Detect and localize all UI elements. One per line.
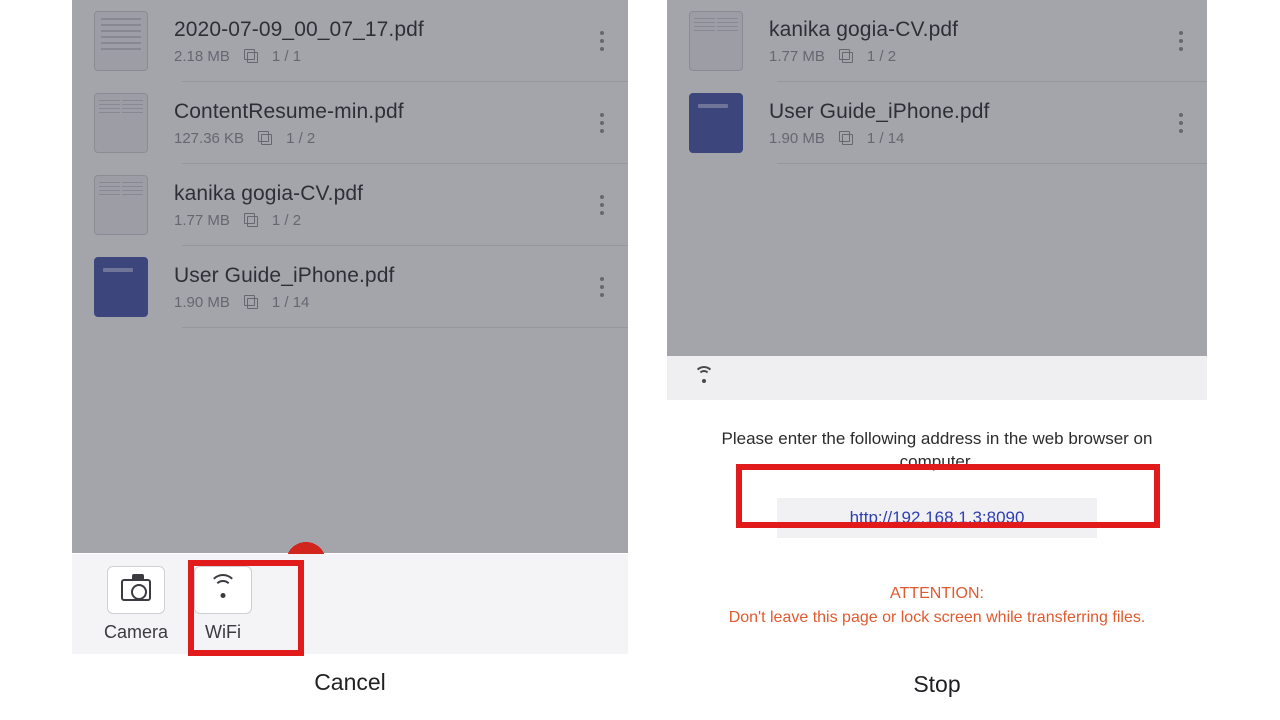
file-thumbnail-icon (689, 93, 743, 153)
camera-label: Camera (104, 622, 168, 643)
pages-icon (258, 131, 272, 145)
file-size: 2.18 MB (174, 48, 230, 65)
file-thumbnail-icon (94, 11, 148, 71)
file-size: 1.77 MB (174, 212, 230, 229)
pages-icon (244, 295, 258, 309)
more-menu-button[interactable] (590, 277, 614, 297)
file-row[interactable]: User Guide_iPhone.pdf 1.90 MB 1 / 14 (667, 82, 1207, 164)
file-size: 1.90 MB (769, 130, 825, 147)
more-menu-button[interactable] (1169, 31, 1193, 51)
file-name: 2020-07-09_00_07_17.pdf (174, 18, 590, 42)
file-list: 2020-07-09_00_07_17.pdf 2.18 MB 1 / 1 Co… (72, 0, 628, 553)
file-row[interactable]: 2020-07-09_00_07_17.pdf 2.18 MB 1 / 1 (72, 0, 628, 82)
file-thumbnail-icon (94, 93, 148, 153)
file-pages: 1 / 2 (286, 130, 315, 147)
camera-icon (121, 579, 151, 601)
file-size: 127.36 KB (174, 130, 244, 147)
file-thumbnail-icon (689, 11, 743, 71)
more-menu-button[interactable] (590, 113, 614, 133)
attention-text: ATTENTION: Don't leave this page or lock… (667, 582, 1207, 630)
file-name: kanika gogia-CV.pdf (769, 18, 1169, 42)
camera-tool[interactable]: Camera (104, 566, 168, 643)
stop-button[interactable]: Stop (667, 671, 1207, 698)
wifi-icon (693, 369, 715, 387)
pages-icon (839, 49, 853, 63)
highlight-box (736, 464, 1160, 528)
file-thumbnail-icon (94, 257, 148, 317)
badge-icon (278, 534, 334, 554)
highlight-box (188, 560, 304, 656)
wifi-transfer-panel: Please enter the following address in th… (667, 356, 1207, 720)
file-row[interactable]: ContentResume-min.pdf 127.36 KB 1 / 2 (72, 82, 628, 164)
file-pages: 1 / 14 (272, 294, 310, 311)
more-menu-button[interactable] (590, 195, 614, 215)
file-name: User Guide_iPhone.pdf (769, 100, 1169, 124)
more-menu-button[interactable] (1169, 113, 1193, 133)
pages-icon (839, 131, 853, 145)
file-name: ContentResume-min.pdf (174, 100, 590, 124)
cancel-button[interactable]: Cancel (72, 654, 628, 710)
file-size: 1.90 MB (174, 294, 230, 311)
left-screenshot: 2020-07-09_00_07_17.pdf 2.18 MB 1 / 1 Co… (72, 0, 628, 720)
file-thumbnail-icon (94, 175, 148, 235)
pages-icon (244, 213, 258, 227)
file-row[interactable]: kanika gogia-CV.pdf 1.77 MB 1 / 2 (72, 164, 628, 246)
action-sheet: Camera WiFi Cancel (72, 554, 628, 710)
file-pages: 1 / 14 (867, 130, 905, 147)
file-list: kanika gogia-CV.pdf 1.77 MB 1 / 2 User G… (667, 0, 1207, 356)
file-size: 1.77 MB (769, 48, 825, 65)
file-row[interactable]: kanika gogia-CV.pdf 1.77 MB 1 / 2 (667, 0, 1207, 82)
attention-title: ATTENTION: (667, 582, 1207, 606)
file-pages: 1 / 2 (867, 48, 896, 65)
file-name: User Guide_iPhone.pdf (174, 264, 590, 288)
attention-body: Don't leave this page or lock screen whi… (729, 609, 1146, 626)
file-row[interactable]: User Guide_iPhone.pdf 1.90 MB 1 / 14 (72, 246, 628, 328)
file-name: kanika gogia-CV.pdf (174, 182, 590, 206)
pages-icon (244, 49, 258, 63)
file-pages: 1 / 1 (272, 48, 301, 65)
right-screenshot: kanika gogia-CV.pdf 1.77 MB 1 / 2 User G… (667, 0, 1207, 720)
file-pages: 1 / 2 (272, 212, 301, 229)
more-menu-button[interactable] (590, 31, 614, 51)
